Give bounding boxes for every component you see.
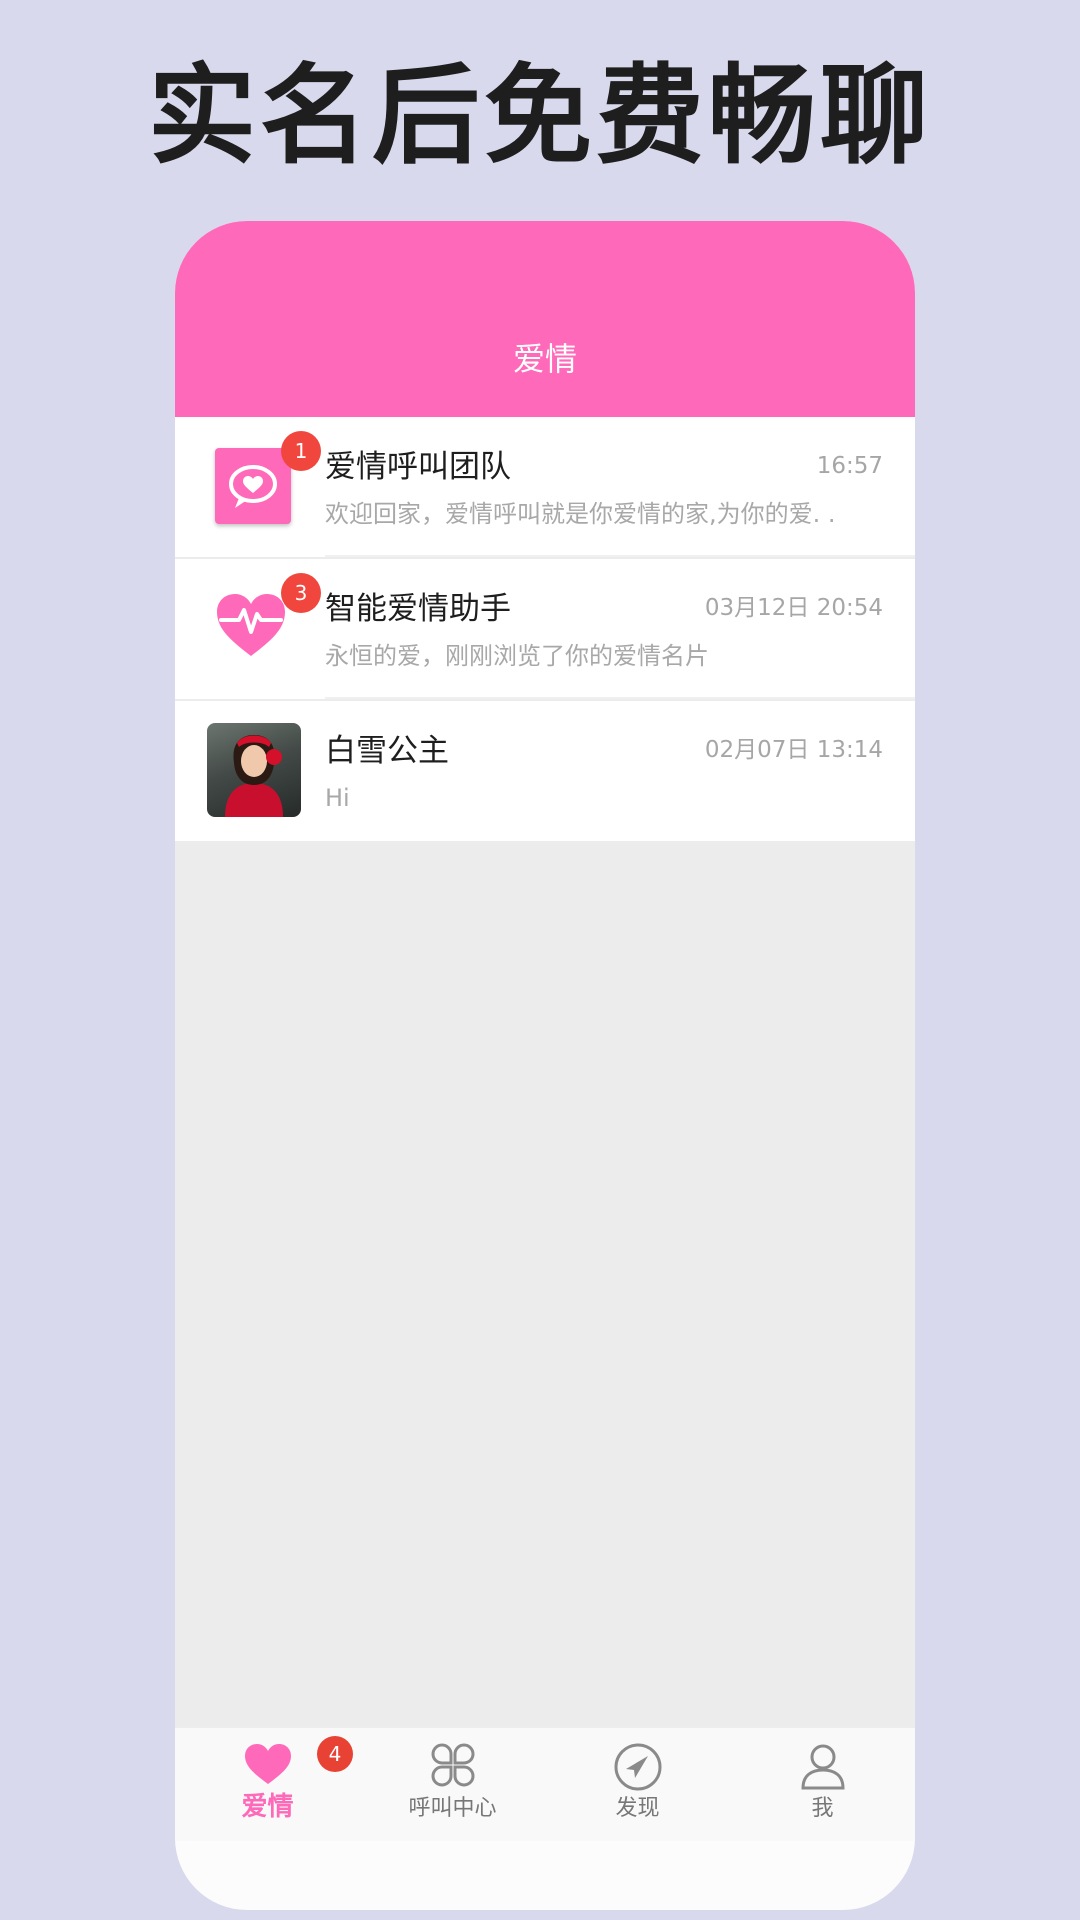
tab-label: 我 [811, 1796, 834, 1821]
tab-love[interactable]: 爱情 4 [175, 1728, 360, 1841]
phone-screen: 爱情 1 爱情呼叫团队 16:57 欢迎回家，爱情呼叫就是你爱情的家,为你的爱.… [175, 221, 915, 1910]
conversation-time: 16:57 [816, 453, 883, 479]
tab-call-center[interactable]: 呼叫中心 [360, 1728, 545, 1841]
heartbeat-icon [217, 594, 285, 656]
conversation-time: 02月07日 13:14 [704, 737, 883, 763]
tab-me[interactable]: 我 [730, 1728, 915, 1841]
chat-heart-icon [229, 465, 277, 508]
tab-label: 发现 [615, 1796, 660, 1821]
conversation-time: 03月12日 20:54 [704, 595, 883, 621]
app-header: 爱情 [175, 221, 915, 417]
conversation-preview: Hi [325, 784, 350, 812]
assistant-avatar [211, 584, 291, 664]
tab-badge: 4 [317, 1736, 353, 1772]
page-title: 爱情 [512, 340, 577, 378]
user-icon [800, 1744, 845, 1790]
tab-label: 爱情 [241, 1792, 294, 1822]
conversation-item[interactable]: 3 智能爱情助手 03月12日 20:54 永恒的爱，刚刚浏览了你的爱情名片 [175, 559, 915, 699]
grid-icon [431, 1743, 474, 1787]
unread-badge: 1 [281, 431, 321, 471]
divider [325, 697, 915, 699]
conversation-preview: 永恒的爱，刚刚浏览了你的爱情名片 [325, 642, 709, 670]
conversation-item[interactable]: 白雪公主 02月07日 13:14 Hi [175, 701, 915, 841]
unread-badge: 3 [281, 573, 321, 613]
heart-icon [244, 1744, 291, 1784]
team-avatar [215, 448, 291, 524]
conversation-list: 1 爱情呼叫团队 16:57 欢迎回家，爱情呼叫就是你爱情的家,为你的爱. . … [175, 417, 915, 1727]
user-photo [207, 723, 301, 817]
tab-discover[interactable]: 发现 [545, 1728, 730, 1841]
tab-label: 呼叫中心 [408, 1796, 497, 1821]
conversation-item[interactable]: 1 爱情呼叫团队 16:57 欢迎回家，爱情呼叫就是你爱情的家,为你的爱. . [175, 417, 915, 557]
promo-headline: 实名后免费畅聊 [147, 54, 932, 179]
bottom-tab-bar: 爱情 4 呼叫中心 发现 我 [175, 1727, 915, 1841]
conversation-name: 智能爱情助手 [325, 591, 511, 627]
conversation-name: 白雪公主 [325, 733, 449, 769]
conversation-name: 爱情呼叫团队 [325, 449, 511, 485]
conversation-preview: 欢迎回家，爱情呼叫就是你爱情的家,为你的爱. . [325, 500, 836, 528]
compass-icon [614, 1743, 661, 1791]
divider [325, 555, 915, 557]
